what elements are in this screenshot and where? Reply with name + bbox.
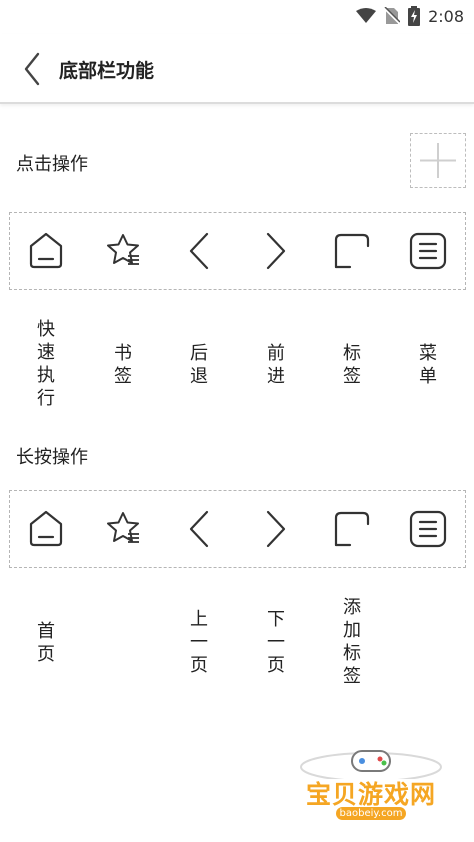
plus-icon — [420, 143, 456, 178]
tab-icon — [334, 511, 370, 547]
click-bookmark-button[interactable] — [103, 231, 143, 271]
click-forward-button[interactable] — [256, 231, 296, 271]
long-back-button[interactable] — [179, 509, 219, 549]
back-button[interactable] — [18, 50, 48, 88]
battery-charging-icon — [408, 6, 421, 26]
chevron-right-icon — [266, 510, 286, 548]
no-sim-icon — [384, 7, 401, 25]
click-icon-row — [9, 212, 466, 290]
click-home-button[interactable] — [26, 231, 66, 271]
home-icon — [29, 510, 63, 547]
app-header: 底部栏功能 — [0, 34, 474, 104]
back-chevron-icon — [24, 52, 40, 86]
click-label-quick-exec: 快速执行 — [37, 319, 55, 409]
long-home-button[interactable] — [26, 509, 66, 549]
tab-icon — [334, 233, 370, 269]
long-press-section-title: 长按操作 — [16, 447, 88, 468]
wifi-icon — [356, 8, 377, 23]
home-icon — [29, 232, 63, 269]
long-forward-button[interactable] — [256, 509, 296, 549]
long-tab-button[interactable] — [332, 509, 372, 549]
click-section-title: 点击操作 — [16, 154, 88, 175]
long-label-next-page: 下一页 — [267, 609, 285, 676]
status-icons: 2:08 — [356, 6, 464, 26]
chevron-right-icon — [266, 232, 286, 270]
page-title: 底部栏功能 — [59, 60, 155, 82]
star-bookmark-icon — [107, 512, 139, 543]
watermark-name: 宝贝游戏网 — [305, 780, 436, 809]
gamepad-icon — [300, 750, 442, 779]
click-back-button[interactable] — [179, 231, 219, 271]
chevron-left-icon — [189, 232, 209, 270]
menu-icon — [409, 510, 447, 548]
click-menu-button[interactable] — [408, 231, 448, 271]
add-action-button[interactable] — [410, 133, 466, 188]
click-label-forward: 前进 — [267, 343, 285, 387]
long-label-add-tab: 添加标签 — [343, 597, 361, 687]
status-bar: 2:08 — [0, 0, 474, 34]
long-menu-button[interactable] — [408, 509, 448, 549]
click-label-menu: 菜单 — [419, 343, 437, 387]
star-bookmark-icon — [107, 234, 139, 265]
click-tab-button[interactable] — [332, 231, 372, 271]
long-press-icon-row — [9, 490, 466, 568]
watermark-logo: 宝贝游戏网 baobeiy.com — [296, 745, 446, 835]
menu-icon — [409, 232, 447, 270]
click-label-tab: 标签 — [343, 343, 361, 387]
status-time: 2:08 — [428, 6, 464, 26]
long-bookmark-button[interactable] — [103, 509, 143, 549]
click-label-bookmark: 书签 — [114, 343, 132, 387]
watermark-domain: baobeiy.com — [336, 807, 406, 820]
click-label-back: 后退 — [190, 343, 208, 387]
long-label-home: 首页 — [37, 621, 55, 665]
long-label-prev-page: 上一页 — [190, 609, 208, 676]
chevron-left-icon — [189, 510, 209, 548]
